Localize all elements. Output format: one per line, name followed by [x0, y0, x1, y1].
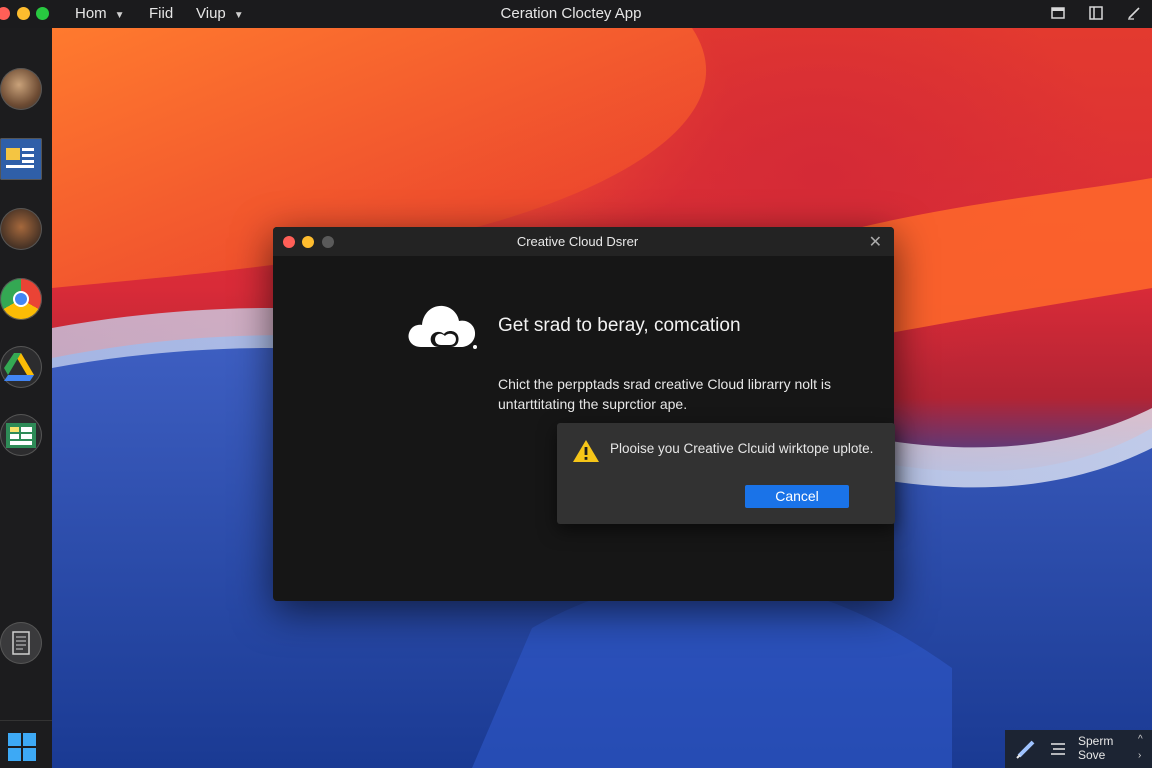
tray-label[interactable]: Sperm Sove [1078, 734, 1113, 762]
dialog-headline: Get srad to beray, comcation [498, 315, 741, 336]
notes-icon[interactable] [0, 622, 42, 664]
dialog-title-bar: Creative Cloud Dsrer ✕ [273, 227, 894, 256]
cancel-button[interactable]: Cancel [745, 485, 849, 508]
tray-label-line2: Sove [1078, 748, 1106, 762]
app-title: Ceration Cloctey App [500, 5, 642, 22]
alert-message: Plooise you Creative Clcuid wirktope upl… [610, 441, 874, 456]
pen-tool-icon[interactable] [1015, 739, 1039, 759]
menu-bar: Hom ▼ Fiid Viup ▼ Ceration Cloctey App [0, 0, 1152, 28]
spreadsheet-icon[interactable] [0, 414, 42, 456]
warning-icon [573, 440, 599, 462]
document-app-icon[interactable] [0, 138, 42, 180]
pen-icon[interactable] [1126, 6, 1142, 22]
system-tray: Sperm Sove ^ › [1005, 730, 1152, 768]
update-alert: Plooise you Creative Clcuid wirktope upl… [557, 423, 895, 524]
chevron-right-icon[interactable]: › [1138, 750, 1141, 761]
close-icon[interactable]: ✕ [869, 232, 882, 252]
chrome-icon[interactable] [0, 278, 42, 320]
avatar-icon[interactable] [0, 68, 42, 110]
window-icon[interactable] [1050, 6, 1066, 22]
creative-cloud-dialog: Creative Cloud Dsrer ✕ Get srad to beray… [273, 227, 894, 601]
start-menu-icon[interactable] [8, 733, 36, 761]
sidebar-toggle-icon[interactable] [1088, 6, 1104, 22]
dock [0, 28, 52, 768]
creative-cloud-icon [408, 305, 477, 349]
dialog-title: Creative Cloud Dsrer [516, 234, 639, 249]
dialog-body-text: Chict the perpptads srad creative Cloud … [498, 376, 832, 412]
menu-lines-icon[interactable] [1050, 742, 1066, 756]
chevron-up-icon[interactable]: ^ [1138, 734, 1143, 745]
tray-label-line1: Sperm [1078, 734, 1114, 748]
guitar-app-icon[interactable] [0, 208, 42, 250]
dock-divider [0, 720, 52, 721]
drive-icon[interactable] [0, 346, 42, 388]
